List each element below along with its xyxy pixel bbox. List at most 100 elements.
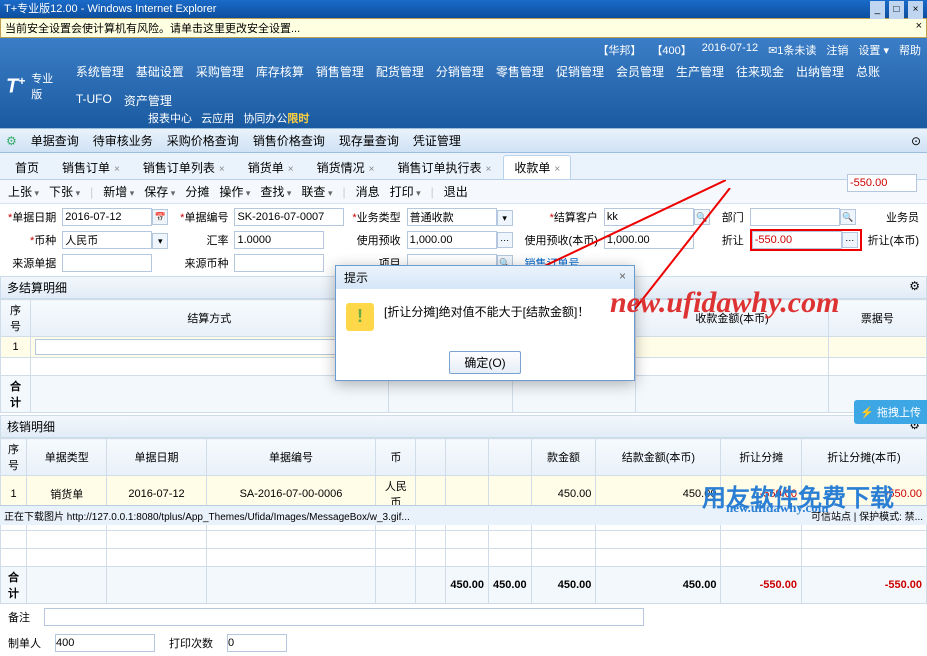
tab-item[interactable]: 销售订单× [51, 155, 131, 179]
nav-item[interactable]: 销售管理 [316, 63, 364, 80]
ok-button[interactable]: 确定(O) [449, 351, 520, 374]
app-header: 【华邦】 【400】 2016-07-12 ✉1条未读 注销 设置 ▾ 帮助 T… [0, 38, 927, 128]
security-warning-bar[interactable]: 当前安全设置会使计算机有风险。请单击这里更改安全设置... × [0, 18, 927, 38]
top-link[interactable]: 【400】 [651, 42, 691, 58]
message-dialog: 提示 × [折让分摊]绝对值不能大于[结款金额]！ 确定(O) [335, 265, 635, 381]
lookup-icon[interactable]: ⋯ [842, 232, 858, 248]
table-row[interactable] [1, 549, 927, 567]
status-left: 正在下载图片 http://127.0.0.1:8080/tplus/App_T… [4, 508, 410, 523]
gear-icon[interactable]: ⚙ [6, 134, 17, 148]
tb2-item[interactable]: 采购价格查询 [167, 132, 239, 149]
nav-item[interactable]: 库存核算 [256, 63, 304, 80]
tab-close-icon[interactable]: × [114, 164, 120, 175]
cell-input[interactable] [35, 339, 384, 355]
grid-settings-icon[interactable]: ⚙ [909, 279, 920, 296]
nav-item[interactable]: 往来现金 [736, 63, 784, 80]
nav-item[interactable]: 基础设置 [136, 63, 184, 80]
subnav-item[interactable]: 协同办公 [243, 113, 287, 125]
tb2-item[interactable]: 单据查询 [31, 132, 79, 149]
action-button[interactable]: 操作 [217, 183, 252, 200]
remark-input[interactable] [44, 608, 644, 626]
tab-item[interactable]: 销货情况× [306, 155, 386, 179]
save-button[interactable]: 保存 [142, 183, 177, 200]
subnav-item[interactable]: 云应用 [201, 113, 234, 125]
tb2-item[interactable]: 销售价格查询 [253, 132, 325, 149]
tab-receipt[interactable]: 收款单× [503, 155, 571, 179]
upload-float-button[interactable]: ⚡ 拖拽上传 [854, 400, 927, 424]
tab-item[interactable]: 销货单× [237, 155, 305, 179]
prepay-local-label: 使用预收(本币) [525, 232, 598, 248]
col-seq: 序号 [1, 300, 31, 337]
type-input[interactable] [407, 208, 497, 226]
find-button[interactable]: 查找 [258, 183, 293, 200]
tb2-item[interactable]: 凭证管理 [413, 132, 461, 149]
tab-close-icon[interactable]: × [554, 164, 560, 175]
exit-button[interactable]: 退出 [442, 183, 470, 200]
src-curr-input[interactable] [234, 254, 324, 272]
tab-close-icon[interactable]: × [485, 164, 491, 175]
discount-input[interactable] [752, 231, 842, 249]
top-link-msg[interactable]: ✉1条未读 [768, 42, 816, 58]
tab-close-icon[interactable]: × [288, 164, 294, 175]
settings-link[interactable]: 设置 ▾ [858, 42, 889, 58]
search-icon[interactable]: 🔍 [694, 209, 710, 225]
tab-item[interactable]: 销售订单执行表× [386, 155, 502, 179]
nav-item[interactable]: 出纳管理 [796, 63, 844, 80]
tab-item[interactable]: 销售订单列表× [132, 155, 236, 179]
nav-item[interactable]: 生产管理 [676, 63, 724, 80]
nav-item[interactable]: 配货管理 [376, 63, 424, 80]
collapse-icon[interactable]: ⊙ [911, 134, 921, 148]
subnav-item[interactable]: 报表中心 [148, 113, 192, 125]
code-input[interactable] [234, 208, 344, 226]
maximize-button[interactable]: □ [889, 1, 904, 19]
new-button[interactable]: 新增 [101, 183, 136, 200]
logout-link[interactable]: 注销 [826, 42, 848, 58]
dialog-close-icon[interactable]: × [619, 269, 626, 286]
calendar-icon[interactable]: 📅 [152, 209, 168, 225]
nav-item[interactable]: 资产管理 [124, 92, 172, 109]
top-link[interactable]: 【华邦】 [597, 42, 641, 58]
discount-local-input[interactable] [847, 174, 917, 192]
msg-button[interactable]: 消息 [354, 183, 382, 200]
close-button[interactable]: × [908, 1, 923, 19]
nav-item[interactable]: T-UFO [76, 92, 112, 109]
nav-item[interactable]: 系统管理 [76, 63, 124, 80]
prepay-input[interactable] [407, 231, 497, 249]
curr-input[interactable] [62, 231, 152, 249]
maker-input[interactable] [55, 634, 155, 652]
table-row[interactable] [1, 531, 927, 549]
prev-button[interactable]: 上张 [6, 183, 41, 200]
prepay-local-input[interactable] [604, 231, 694, 249]
next-button[interactable]: 下张 [47, 183, 82, 200]
rate-label: 汇率 [180, 232, 228, 248]
rate-input[interactable] [234, 231, 324, 249]
search-icon[interactable]: 🔍 [840, 209, 856, 225]
tab-close-icon[interactable]: × [219, 164, 225, 175]
help-link[interactable]: 帮助 [899, 42, 921, 58]
dropdown-icon[interactable]: ▾ [152, 233, 168, 249]
tb2-item[interactable]: 待审核业务 [93, 132, 153, 149]
relate-button[interactable]: 联查 [299, 183, 334, 200]
nav-item[interactable]: 分销管理 [436, 63, 484, 80]
nav-item[interactable]: 促销管理 [556, 63, 604, 80]
cust-label: 结算客户 [525, 209, 598, 225]
tab-close-icon[interactable]: × [369, 164, 375, 175]
allocate-button[interactable]: 分摊 [183, 183, 211, 200]
grid2-header: 核销明细 ⚙ [0, 415, 927, 438]
dept-input[interactable] [750, 208, 840, 226]
cust-input[interactable] [604, 208, 694, 226]
nav-item[interactable]: 会员管理 [616, 63, 664, 80]
close-warning-icon[interactable]: × [916, 20, 922, 36]
dropdown-icon[interactable]: ▾ [497, 210, 513, 226]
print-button[interactable]: 打印 [388, 183, 423, 200]
nav-item[interactable]: 采购管理 [196, 63, 244, 80]
nav-item[interactable]: 总账 [856, 63, 880, 80]
date-input[interactable] [62, 208, 152, 226]
minimize-button[interactable]: _ [870, 1, 885, 19]
src-input[interactable] [62, 254, 152, 272]
tb2-item[interactable]: 现存量查询 [339, 132, 399, 149]
printcnt-input[interactable] [227, 634, 287, 652]
tab-home[interactable]: 首页 [4, 155, 50, 179]
lookup-icon[interactable]: ⋯ [497, 232, 513, 248]
nav-item[interactable]: 零售管理 [496, 63, 544, 80]
